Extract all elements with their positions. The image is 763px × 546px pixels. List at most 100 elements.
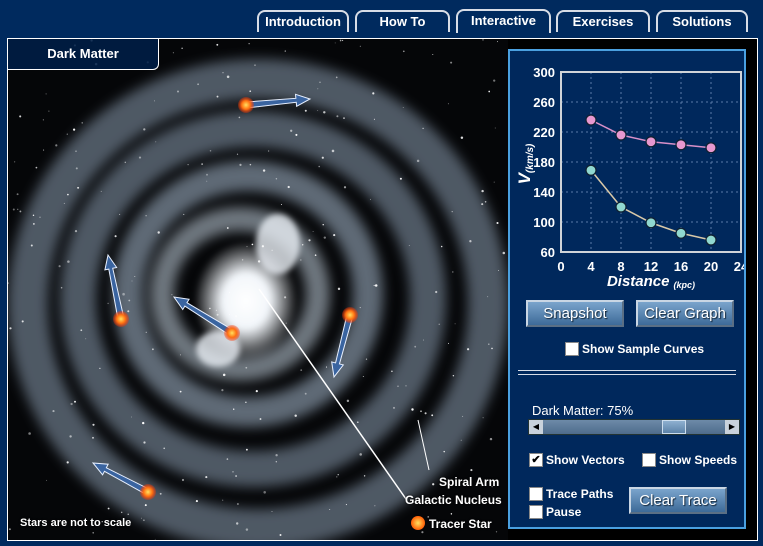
trace-paths-checkbox[interactable]: Trace Paths [529, 487, 613, 501]
background-star [60, 286, 63, 289]
background-star [411, 408, 414, 411]
background-star [447, 342, 450, 344]
background-star [19, 115, 22, 118]
background-star [99, 367, 101, 370]
snapshot-button[interactable]: Snapshot [526, 300, 624, 327]
background-star [481, 203, 484, 206]
galaxy-view[interactable] [8, 39, 508, 540]
slider-thumb[interactable] [661, 420, 686, 434]
background-star [229, 292, 231, 294]
background-star [408, 245, 410, 246]
background-star [290, 129, 293, 132]
background-star [452, 271, 454, 273]
tracer-star-icon [238, 97, 254, 113]
background-star [372, 92, 375, 95]
background-star [302, 244, 304, 246]
background-star [488, 90, 491, 93]
background-star [435, 290, 438, 294]
show-speeds-checkbox[interactable]: Show Speeds [642, 453, 737, 467]
background-star [226, 458, 229, 460]
background-star [143, 519, 145, 521]
dark-matter-slider[interactable]: ◀ ▶ [528, 419, 740, 435]
background-star [295, 133, 298, 136]
background-star [226, 75, 230, 79]
background-star [92, 436, 94, 439]
background-star [346, 399, 350, 403]
data-point-current [705, 234, 717, 246]
show-vectors-label: Show Vectors [546, 453, 625, 467]
checkbox-box[interactable] [565, 342, 579, 356]
checkbox-box[interactable] [529, 505, 543, 519]
background-star [275, 454, 278, 457]
tab-interactive[interactable]: Interactive [456, 9, 551, 33]
slider-right-arrow-icon[interactable]: ▶ [725, 420, 739, 434]
background-star [249, 163, 252, 166]
checkbox-box[interactable] [529, 487, 543, 501]
background-star [107, 302, 109, 305]
clear-graph-button[interactable]: Clear Graph [636, 300, 734, 327]
background-star [215, 309, 218, 312]
background-star [373, 284, 375, 287]
control-panel: 60 100 140 180 220 260 300 0 4 8 12 16 20 24 V(km/s)… [508, 49, 746, 529]
background-star [494, 127, 496, 129]
dark-matter-label: Dark Matter: 75% [532, 403, 634, 418]
series-line-current [590, 169, 712, 241]
background-star [172, 52, 174, 54]
x-tick-label: 20 [704, 259, 718, 274]
checkbox-box[interactable] [642, 453, 656, 467]
tab-how-to[interactable]: How To [355, 10, 450, 32]
show-sample-curves-checkbox[interactable]: Show Sample Curves [565, 342, 704, 356]
background-star [209, 150, 212, 152]
background-star [359, 453, 362, 456]
main-frame: Dark Matter Spiral Arm Galactic Nucleus … [7, 38, 758, 541]
background-star [131, 280, 133, 282]
background-star [236, 503, 239, 505]
y-tick-label: 300 [533, 65, 555, 80]
pause-checkbox[interactable]: Pause [529, 505, 581, 519]
divider [518, 374, 736, 375]
simulation-title: Dark Matter [8, 39, 159, 70]
background-star [9, 327, 12, 330]
background-star [450, 61, 453, 64]
background-star [145, 215, 147, 217]
background-star [245, 366, 248, 369]
checkmark-icon[interactable]: ✔ [529, 453, 543, 467]
clear-trace-button[interactable]: Clear Trace [629, 487, 727, 514]
background-star [342, 39, 344, 42]
background-star [100, 190, 102, 192]
background-star [142, 421, 145, 425]
background-star [317, 88, 319, 90]
background-star [92, 423, 95, 426]
x-tick-label: 16 [674, 259, 688, 274]
background-star [422, 339, 424, 341]
background-star [138, 156, 142, 159]
background-star [221, 389, 224, 392]
background-star [374, 505, 376, 507]
background-star [481, 189, 484, 193]
background-star [314, 254, 317, 257]
background-star [257, 260, 261, 263]
background-star [249, 90, 252, 93]
data-point-snapshot [705, 142, 717, 154]
background-star [128, 299, 131, 302]
background-star [66, 461, 69, 464]
background-star [280, 203, 283, 206]
background-star [127, 513, 129, 515]
background-star [206, 180, 208, 182]
x-axis-label: Distance (kpc) [607, 273, 695, 290]
show-vectors-checkbox[interactable]: ✔ Show Vectors [529, 453, 625, 467]
background-star [323, 236, 326, 239]
background-star [294, 414, 297, 417]
tab-introduction[interactable]: Introduction [257, 10, 349, 32]
background-star [359, 307, 361, 309]
background-star [75, 150, 77, 153]
background-star [46, 479, 48, 481]
background-star [460, 136, 464, 140]
data-point-snapshot [585, 114, 597, 126]
background-star [14, 161, 16, 163]
velocity-distance-chart: 60 100 140 180 220 260 300 0 4 8 12 16 20 24 V(km/s)… [515, 65, 744, 290]
slider-left-arrow-icon[interactable]: ◀ [529, 420, 543, 434]
tab-solutions[interactable]: Solutions [656, 10, 748, 32]
tab-exercises[interactable]: Exercises [556, 10, 650, 32]
background-star [284, 296, 287, 299]
